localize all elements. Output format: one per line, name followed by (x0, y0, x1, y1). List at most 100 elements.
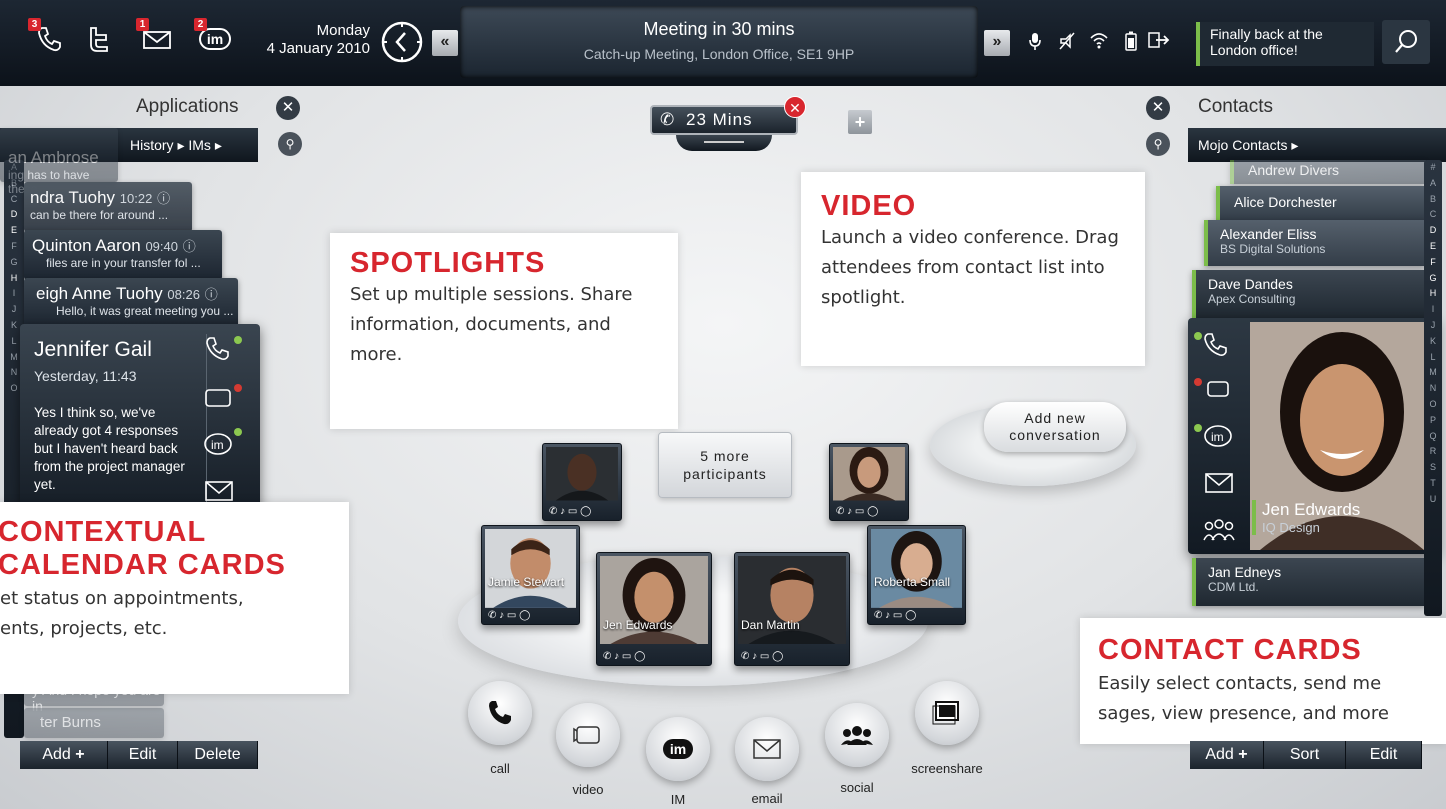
alpha-letter[interactable]: R (1424, 444, 1442, 460)
alpha-letter[interactable]: D (4, 207, 24, 223)
history-card[interactable]: ter Burns (24, 708, 164, 738)
alpha-letter[interactable]: B (1424, 192, 1442, 208)
video-icon[interactable] (202, 380, 242, 412)
alpha-letter[interactable]: E (4, 223, 24, 239)
active-chat-card[interactable]: Jennifer Gail Yesterday, 11:43 Yes I thi… (20, 324, 260, 514)
mail-button[interactable]: 1 (136, 18, 174, 56)
participant-actions[interactable]: ✆ ♪ ▭ ◯ (741, 651, 843, 662)
contact-card[interactable]: Andrew Divers (1230, 160, 1426, 184)
phone-icon[interactable] (1192, 328, 1236, 362)
alpha-letter[interactable]: N (1424, 381, 1442, 397)
breadcrumb-mojo-contacts[interactable]: Mojo Contacts (1198, 137, 1287, 153)
alpha-letter[interactable]: K (1424, 334, 1442, 350)
alpha-letter[interactable]: J (1424, 318, 1442, 334)
participant-card[interactable]: ✆ ♪ ▭ ◯ (829, 443, 909, 521)
history-card[interactable]: Quinton Aaron 09:40 ⓘ files are in your … (24, 230, 222, 280)
participant-actions[interactable]: ✆ ♪ ▭ ◯ (874, 610, 959, 621)
close-applications-button[interactable]: ✕ (276, 96, 300, 120)
contact-card[interactable]: Alexander Eliss BS Digital Solutions (1204, 220, 1426, 266)
participant-actions[interactable]: ✆ ♪ ▭ ◯ (836, 506, 902, 517)
email-icon[interactable] (1192, 466, 1236, 500)
alpha-letter[interactable]: I (4, 286, 24, 302)
selected-contact-card[interactable]: im Jen Edwards IQ Design (1188, 318, 1438, 554)
im-icon[interactable]: im (202, 424, 242, 460)
alpha-letter[interactable]: O (1424, 397, 1442, 413)
alpha-letter[interactable]: H (1424, 286, 1442, 302)
alpha-letter[interactable]: D (1424, 223, 1442, 239)
more-participants-button[interactable]: 5 more participants (658, 432, 792, 498)
alphabet-index-right[interactable]: # A B C D E F G H I J K L M N O P Q R S … (1424, 160, 1442, 616)
contacts-breadcrumb[interactable]: Mojo Contacts ▸ (1188, 128, 1446, 162)
participant-actions[interactable]: ✆ ♪ ▭ ◯ (488, 610, 573, 621)
search-button[interactable] (1382, 20, 1430, 64)
alpha-letter[interactable]: I (1424, 302, 1442, 318)
search-contacts-button[interactable]: ⚲ (1146, 132, 1170, 156)
social-icon[interactable] (1192, 514, 1236, 546)
alpha-letter[interactable]: M (1424, 365, 1442, 381)
alpha-letter[interactable]: U (1424, 492, 1442, 508)
contact-card[interactable]: Alice Dorchester (1216, 186, 1426, 220)
participant-card[interactable]: Roberta Small ✆ ♪ ▭ ◯ (867, 525, 966, 625)
alpha-letter[interactable]: P (1424, 413, 1442, 429)
contact-card[interactable]: Dave Dandes Apex Consulting (1192, 270, 1426, 318)
search-applications-button[interactable]: ⚲ (278, 132, 302, 156)
alpha-letter[interactable]: G (1424, 271, 1442, 287)
previous-event-button[interactable]: « (432, 30, 458, 56)
next-event-button[interactable]: » (984, 30, 1010, 56)
twitter-button[interactable] (82, 22, 116, 56)
logout-icon[interactable] (1148, 31, 1170, 54)
alpha-letter[interactable]: E (1424, 239, 1442, 255)
delete-button[interactable]: Delete (178, 741, 258, 769)
alpha-letter[interactable]: Q (1424, 429, 1442, 445)
status-message[interactable]: Finally back at the London office! (1196, 22, 1374, 66)
clock-icon[interactable] (380, 20, 424, 64)
close-contacts-button[interactable]: ✕ (1146, 96, 1170, 120)
alpha-letter[interactable]: A (1424, 176, 1442, 192)
add-spotlight-button[interactable]: + (848, 110, 872, 134)
sort-button[interactable]: Sort (1264, 741, 1346, 769)
edit-button[interactable]: Edit (108, 741, 178, 769)
alpha-letter[interactable]: C (1424, 207, 1442, 223)
alpha-letter[interactable]: # (1424, 160, 1442, 176)
alpha-letter[interactable]: H (4, 271, 24, 287)
im-button[interactable]: 2 im (194, 18, 232, 56)
phone-icon[interactable] (202, 332, 242, 364)
end-call-button[interactable]: ✕ (784, 96, 806, 118)
im-button[interactable]: im (646, 717, 710, 781)
add-contact-button[interactable]: Add + (1190, 741, 1264, 769)
video-icon[interactable] (1192, 372, 1236, 406)
alpha-letter[interactable]: G (4, 255, 24, 271)
email-button[interactable] (735, 717, 799, 781)
alpha-letter[interactable]: F (4, 239, 24, 255)
alpha-letter[interactable]: J (4, 302, 24, 318)
alpha-letter[interactable]: L (1424, 350, 1442, 366)
call-button[interactable] (468, 681, 532, 745)
screenshare-button[interactable] (915, 681, 979, 745)
breadcrumb-history[interactable]: History (130, 137, 174, 153)
participant-actions[interactable]: ✆ ♪ ▭ ◯ (549, 506, 615, 517)
call-timer-handle[interactable] (676, 135, 772, 151)
social-button[interactable] (825, 703, 889, 767)
microphone-icon[interactable] (1024, 31, 1046, 56)
history-card[interactable]: ndra Tuohy 10:22 ⓘ can be there for arou… (24, 182, 192, 232)
phone-button[interactable]: 3 (28, 18, 66, 56)
history-card[interactable]: eigh Anne Tuohy 08:26 ⓘ Hello, it was gr… (24, 278, 238, 328)
participant-card[interactable]: Dan Martin ✆ ♪ ▭ ◯ (734, 552, 850, 666)
alpha-letter[interactable]: S (1424, 460, 1442, 476)
alpha-letter[interactable]: F (1424, 255, 1442, 271)
im-icon[interactable]: im (1192, 418, 1236, 452)
contact-card[interactable]: Jan Edneys CDM Ltd. (1192, 558, 1426, 606)
edit-contacts-button[interactable]: Edit (1346, 741, 1422, 769)
participant-card[interactable]: Jen Edwards ✆ ♪ ▭ ◯ (596, 552, 712, 666)
meeting-notification[interactable]: Meeting in 30 mins Catch-up Meeting, Lon… (460, 6, 978, 78)
add-button[interactable]: Add + (20, 741, 108, 769)
participant-card[interactable]: Jamie Stewart ✆ ♪ ▭ ◯ (481, 525, 580, 625)
participant-card[interactable]: ✆ ♪ ▭ ◯ (542, 443, 622, 521)
call-timer[interactable]: ✆ 23 Mins (650, 105, 798, 135)
participant-actions[interactable]: ✆ ♪ ▭ ◯ (603, 651, 705, 662)
breadcrumb-ims[interactable]: IMs (188, 137, 211, 153)
history-card[interactable]: an Ambrose ing has to have these ... (0, 128, 118, 196)
video-button[interactable] (556, 703, 620, 767)
alpha-letter[interactable]: T (1424, 476, 1442, 492)
mute-icon[interactable] (1056, 31, 1078, 56)
